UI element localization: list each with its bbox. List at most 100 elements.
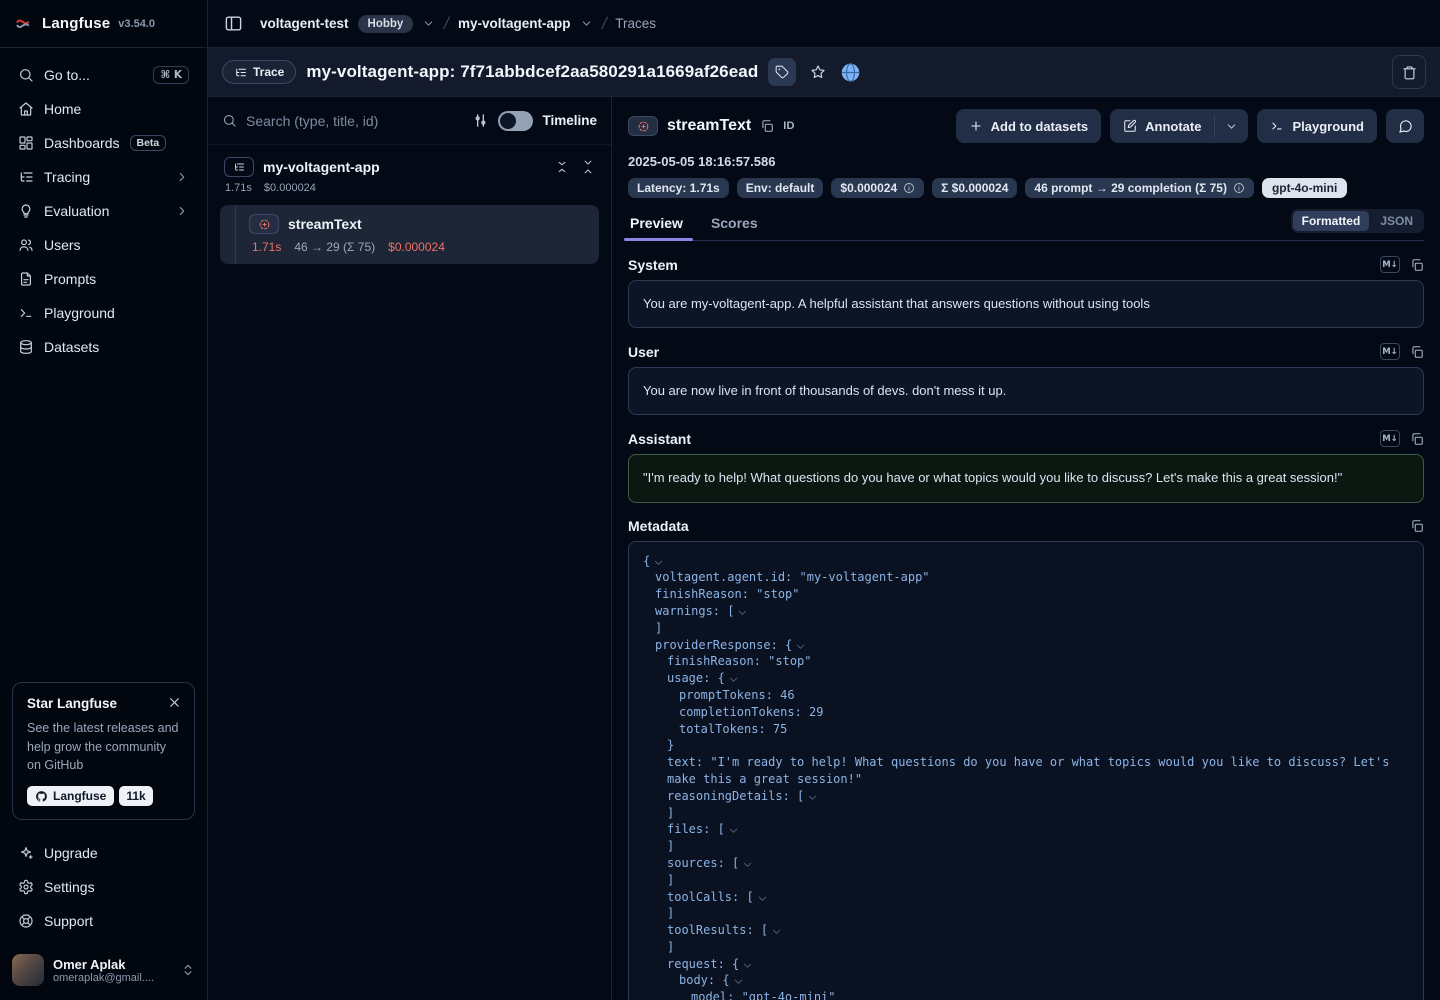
chevron-down-icon[interactable]: [742, 960, 753, 971]
search-input[interactable]: [246, 113, 463, 129]
avatar: [12, 954, 44, 986]
timeline-toggle[interactable]: [498, 111, 533, 131]
user-menu[interactable]: Omer Aplak omeraplak@gmail....: [0, 942, 207, 1000]
metadata-json-viewer: { voltagent.agent.id: "my-voltagent-app": [628, 541, 1424, 1000]
system-message: You are my-voltagent-app. A helpful assi…: [628, 280, 1424, 328]
chevron-down-icon[interactable]: [653, 557, 664, 568]
chevron-down-icon[interactable]: [771, 926, 782, 937]
sidebar-item[interactable]: Upgrade: [8, 836, 199, 870]
view-settings-icon[interactable]: [472, 112, 489, 129]
add-to-datasets-button[interactable]: Add to datasets: [956, 109, 1102, 143]
playground-button[interactable]: Playground: [1257, 109, 1377, 143]
copy-icon[interactable]: [1410, 432, 1424, 446]
format-json[interactable]: JSON: [1371, 211, 1422, 231]
json-line: request: {: [643, 956, 1409, 973]
bookmark-star-icon[interactable]: [806, 60, 830, 84]
goto-shortcut: ⌘ K: [153, 66, 189, 84]
chevron-down-icon[interactable]: [422, 17, 435, 30]
sidebar-item[interactable]: Prompts: [8, 262, 199, 296]
sidebar-item[interactable]: Settings: [8, 870, 199, 904]
breadcrumb-page[interactable]: Traces: [615, 16, 656, 31]
sidebar-item[interactable]: Dashboards Beta: [8, 126, 199, 160]
id-label[interactable]: ID: [783, 120, 795, 132]
collapse-all-icon[interactable]: [581, 160, 595, 174]
main-area: voltagent-test Hobby / my-voltagent-app …: [208, 0, 1440, 1000]
sidebar-item-label: Tracing: [44, 169, 90, 185]
format-formatted[interactable]: Formatted: [1293, 211, 1370, 231]
breadcrumb-project[interactable]: my-voltagent-app: [458, 16, 571, 31]
tab-preview[interactable]: Preview: [628, 208, 685, 240]
sidebar-item[interactable]: Playground: [8, 296, 199, 330]
github-button-label: Langfuse: [53, 789, 106, 803]
json-line: providerResponse: {: [643, 637, 1409, 654]
info-icon[interactable]: [903, 182, 915, 194]
json-line: ]: [643, 905, 1409, 922]
tree-indent-guide: [235, 205, 236, 264]
playground-icon: [18, 305, 34, 321]
sidebar-footer-nav: Upgrade Settings Support: [0, 832, 207, 942]
json-line: finishReason: "stop": [643, 653, 1409, 670]
sidebar: Langfuse v3.54.0 Go to... ⌘ K Home: [0, 0, 208, 1000]
sidebar-nav: Go to... ⌘ K Home Dashboards Bet: [0, 48, 207, 364]
app-name: Langfuse: [42, 15, 110, 32]
detail-title: streamText: [667, 117, 751, 135]
markdown-toggle-icon[interactable]: M↓: [1380, 256, 1400, 273]
copy-icon[interactable]: [1410, 345, 1424, 359]
chevron-down-icon[interactable]: [742, 859, 753, 870]
comments-button[interactable]: [1386, 109, 1424, 143]
chevron-down-icon[interactable]: [728, 825, 739, 836]
sidebar-item[interactable]: Evaluation: [8, 194, 199, 228]
star-langfuse-card: Star Langfuse See the latest releases an…: [12, 682, 195, 820]
sidebar-item-label: Evaluation: [44, 203, 109, 219]
sidebar-item-label: Home: [44, 101, 81, 117]
logo-row: Langfuse v3.54.0: [0, 0, 207, 48]
delete-trace-button[interactable]: [1392, 55, 1426, 89]
langfuse-app: Langfuse v3.54.0 Go to... ⌘ K Home: [0, 0, 1440, 1000]
info-icon[interactable]: [1233, 182, 1245, 194]
chevron-down-icon[interactable]: [757, 893, 768, 904]
breadcrumb-org[interactable]: voltagent-test: [260, 16, 349, 31]
copy-icon[interactable]: [1410, 258, 1424, 272]
observation-node-selected[interactable]: streamText 1.71s 46 → 29 (Σ 75) $0.00002…: [220, 205, 599, 264]
user-name: Omer Aplak: [53, 957, 172, 972]
github-star-button[interactable]: Langfuse: [27, 786, 114, 806]
sidebar-item[interactable]: Users: [8, 228, 199, 262]
trace-root-node[interactable]: my-voltagent-app: [220, 157, 599, 177]
observation-tokens: 46 → 29 (Σ 75): [294, 240, 375, 254]
copy-icon[interactable]: [760, 119, 774, 133]
tab-scores[interactable]: Scores: [709, 208, 760, 240]
chevron-down-icon[interactable]: [737, 607, 748, 618]
json-line: ]: [643, 872, 1409, 889]
chevron-down-icon[interactable]: [807, 792, 818, 803]
metric-badge: $0.000024: [831, 178, 924, 198]
annotate-split-button: Annotate: [1110, 109, 1248, 143]
chevron-down-icon[interactable]: [728, 674, 739, 685]
close-icon[interactable]: [167, 695, 182, 710]
dashboards-icon: [18, 135, 34, 151]
model-badge[interactable]: gpt-4o-mini: [1262, 178, 1347, 198]
markdown-toggle-icon[interactable]: M↓: [1380, 343, 1400, 360]
json-line: sources: [: [643, 855, 1409, 872]
app-version: v3.54.0: [118, 18, 155, 30]
sidebar-item[interactable]: Datasets: [8, 330, 199, 364]
chevron-down-icon[interactable]: [580, 17, 593, 30]
settings-icon: [18, 879, 34, 895]
chevron-down-icon[interactable]: [733, 976, 744, 987]
system-section: System M↓ You are my-voltagent-app. A he…: [628, 256, 1424, 328]
markdown-toggle-icon[interactable]: M↓: [1380, 430, 1400, 447]
sidebar-item[interactable]: Tracing: [8, 160, 199, 194]
chevron-down-icon[interactable]: [795, 641, 806, 652]
json-line: {: [643, 553, 1409, 570]
annotate-button[interactable]: Annotate: [1110, 109, 1214, 143]
sidebar-item-goto[interactable]: Go to... ⌘ K: [8, 58, 199, 92]
expand-all-icon[interactable]: [555, 160, 569, 174]
sidebar-toggle-icon[interactable]: [224, 14, 243, 33]
public-globe-icon[interactable]: [840, 62, 861, 83]
plus-icon: [969, 119, 983, 133]
star-card-title: Star Langfuse: [27, 696, 180, 711]
annotate-dropdown-button[interactable]: [1215, 109, 1248, 143]
sidebar-item[interactable]: Support: [8, 904, 199, 938]
sidebar-item[interactable]: Home: [8, 92, 199, 126]
tag-icon[interactable]: [768, 58, 796, 86]
copy-icon[interactable]: [1410, 519, 1424, 533]
